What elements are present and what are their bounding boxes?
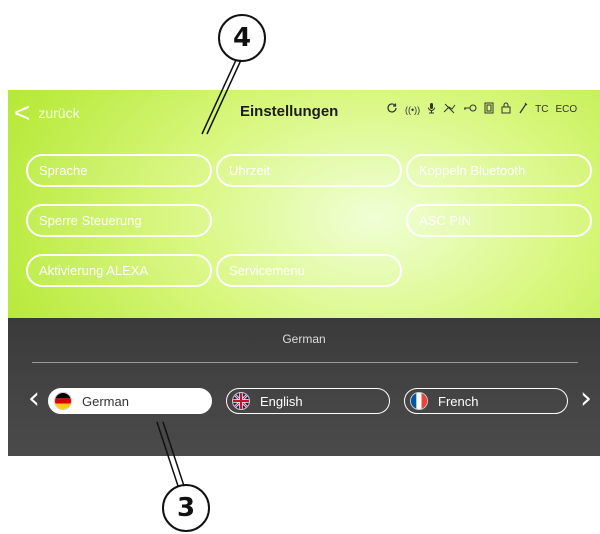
status-icons: ((•)) TC ECO <box>386 102 577 117</box>
language-option-label: German <box>82 393 129 409</box>
chevron-left-icon: < <box>14 97 31 128</box>
language-panel: German ‹ German English French › <box>8 318 600 456</box>
divider <box>32 362 578 363</box>
chevron-right-icon[interactable]: › <box>580 384 592 414</box>
setting-button-sperre-steuerung[interactable]: Sperre Steuerung <box>26 204 212 237</box>
uk-flag-icon <box>232 392 250 410</box>
device-screen: < zurück Einstellungen ((•)) TC ECO Spra… <box>8 90 600 456</box>
no-spray-icon <box>443 102 456 117</box>
signal-icon: ((•)) <box>405 104 421 115</box>
language-option-german[interactable]: German <box>48 388 212 414</box>
back-button[interactable]: < zurück <box>14 98 80 128</box>
battery-icon <box>484 102 494 117</box>
status-bar: < zurück Einstellungen ((•)) TC ECO <box>8 90 600 136</box>
callout-number-3: 3 <box>162 484 210 532</box>
language-option-english[interactable]: English <box>226 388 390 414</box>
chevron-left-icon[interactable]: ‹ <box>28 384 40 414</box>
callout-number-4: 4 <box>218 14 266 62</box>
tc-label: TC <box>535 104 549 115</box>
tool-icon <box>518 102 528 117</box>
setting-button-koppeln-bluetooth[interactable]: Koppeln Bluetooth <box>406 154 592 187</box>
setting-button-uhrzeit[interactable]: Uhrzeit <box>216 154 402 187</box>
eco-label: ECO <box>555 104 578 115</box>
de-flag-icon <box>54 392 72 410</box>
setting-button-sprache[interactable]: Sprache <box>26 154 212 187</box>
back-label: zurück <box>38 105 80 121</box>
page-title: Einstellungen <box>240 103 339 120</box>
lock-icon <box>501 102 511 117</box>
sync-icon <box>386 102 398 117</box>
language-option-label: French <box>438 393 479 409</box>
key-icon <box>463 104 477 115</box>
language-option-label: English <box>260 393 303 409</box>
microphone-icon <box>427 102 436 117</box>
fr-flag-icon <box>410 392 428 410</box>
current-language-label: German <box>282 332 326 346</box>
setting-button-aktivierung-alexa[interactable]: Aktivierung ALEXA <box>26 254 212 287</box>
setting-button-asc-pin[interactable]: ASC PIN <box>406 204 592 237</box>
setting-button-servicemenu[interactable]: Servicemenu <box>216 254 402 287</box>
language-option-french[interactable]: French <box>404 388 568 414</box>
